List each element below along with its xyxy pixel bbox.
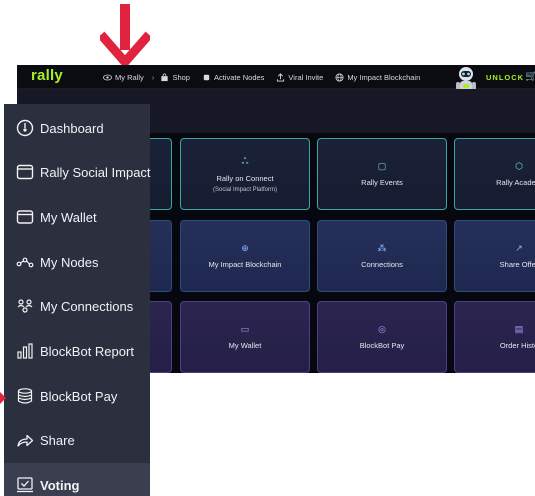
share-icon: ↗ xyxy=(515,243,523,253)
nav-label: Viral Invite xyxy=(288,72,324,82)
sidebar-item-my-wallet[interactable]: My Wallet xyxy=(4,195,150,239)
sidebar-item-label: BlockBot Pay xyxy=(40,388,118,404)
sidebar-item-blockbot-pay[interactable]: BlockBot Pay xyxy=(4,374,150,418)
coins-icon: ◎ xyxy=(378,324,386,334)
globe-icon: ⊕ xyxy=(241,243,249,253)
top-nav: My Rally › Shop Activate Nodes Viral Inv… xyxy=(103,65,432,89)
sidebar-item-dashboard[interactable]: Dashboard xyxy=(4,106,150,150)
sidebar-item-label: Rally Social Impact xyxy=(40,164,151,180)
tile-rally-academy[interactable]: ⬡ Rally Academ xyxy=(454,138,535,210)
tile-order-history[interactable]: ▤ Order Histo xyxy=(454,301,535,373)
sidebar-item-share[interactable]: Share xyxy=(4,418,150,462)
shopping-bag-icon xyxy=(160,73,169,82)
tile-label: My Impact Blockchain xyxy=(208,260,282,269)
sidebar-item-voting[interactable]: Voting xyxy=(4,463,150,496)
cart-icon[interactable]: 🛒 xyxy=(525,71,535,82)
tile-label: BlockBot Pay xyxy=(359,341,405,350)
bar-chart-icon xyxy=(16,342,34,360)
tile-my-impact-blockchain[interactable]: ⊕ My Impact Blockchain xyxy=(180,220,310,292)
sidebar-item-label: My Connections xyxy=(40,298,134,314)
nav-label: Activate Nodes xyxy=(213,72,265,82)
eye-icon xyxy=(103,73,112,82)
tile-label: Rally Events xyxy=(361,178,403,187)
coins-icon xyxy=(16,387,34,405)
sidebar-item-label: My Nodes xyxy=(40,254,99,270)
nav-label: My Impact Blockchain xyxy=(347,72,421,82)
tile-label: Rally Academ xyxy=(496,178,535,187)
tile-label: My Wallet xyxy=(228,341,262,350)
nav-my-rally[interactable]: My Rally xyxy=(103,73,144,82)
receipt-icon: ▤ xyxy=(514,324,524,334)
upload-icon xyxy=(276,72,285,82)
top-navigation-bar: rally My Rally › Shop Activate Nodes Vir… xyxy=(17,65,535,92)
tile-sublabel: (Social Impact Platform) xyxy=(212,186,278,193)
red-arrow-tip-icon xyxy=(0,392,6,404)
sidebar-item-blockbot-report[interactable]: BlockBot Report xyxy=(4,329,150,373)
nav-my-impact-blockchain[interactable]: My Impact Blockchain xyxy=(335,73,420,82)
red-arrow-down-icon xyxy=(100,4,150,69)
sidebar-item-label: Share xyxy=(40,432,75,448)
chevron-right-icon: › xyxy=(151,72,155,82)
window-icon xyxy=(16,163,34,181)
nav-shop[interactable]: Shop xyxy=(160,73,190,82)
sidebar-menu: Dashboard Rally Social Impact My Wallet … xyxy=(4,104,151,496)
tile-label: Share Offer xyxy=(499,260,535,269)
tile-label: Rally on Connect xyxy=(216,173,274,183)
nav-viral-invite[interactable]: Viral Invite xyxy=(276,73,323,82)
tile-rally-events[interactable]: ▢ Rally Events xyxy=(317,138,447,210)
unlock-button[interactable]: UNLOCK xyxy=(486,73,524,82)
connections-icon xyxy=(16,297,34,315)
tile-label: Connections xyxy=(361,260,403,269)
tile-my-wallet[interactable]: ▭ My Wallet xyxy=(180,301,310,373)
sidebar-item-label: Voting xyxy=(40,477,80,493)
ballot-icon xyxy=(16,476,34,494)
chat-icon: ▢ xyxy=(377,161,387,171)
people-icon: ஃ xyxy=(241,155,249,166)
nodes-icon xyxy=(16,253,34,271)
sidebar-item-label: My Wallet xyxy=(40,209,97,225)
sidebar-item-my-connections[interactable]: My Connections xyxy=(4,284,150,328)
tile-rally-on-connect[interactable]: ஃ Rally on Connect (Social Impact Platfo… xyxy=(180,138,310,210)
tile-share-offer[interactable]: ↗ Share Offer xyxy=(454,220,535,292)
cube-icon: ⬡ xyxy=(515,161,523,171)
wallet-icon xyxy=(16,208,34,226)
connections-icon: ⁂ xyxy=(377,243,387,253)
rally-logo[interactable]: rally xyxy=(31,67,63,84)
tile-blockbot-pay[interactable]: ◎ BlockBot Pay xyxy=(317,301,447,373)
sidebar-item-my-nodes[interactable]: My Nodes xyxy=(4,240,150,284)
nav-label: My Rally xyxy=(115,72,144,82)
tile-connections[interactable]: ⁂ Connections xyxy=(317,220,447,292)
wallet-icon: ▭ xyxy=(240,324,250,334)
node-icon xyxy=(202,73,211,82)
globe-icon xyxy=(335,72,344,82)
sidebar-item-rally-social-impact[interactable]: Rally Social Impact xyxy=(4,150,151,194)
sidebar-item-label: BlockBot Report xyxy=(40,343,134,359)
share-icon xyxy=(16,431,34,449)
tile-label: Order Histo xyxy=(499,341,535,350)
dashboard-icon xyxy=(16,119,34,137)
sidebar-item-label: Dashboard xyxy=(40,120,104,136)
nav-activate-nodes[interactable]: Activate Nodes xyxy=(202,73,264,82)
nav-label: Shop xyxy=(172,72,190,82)
